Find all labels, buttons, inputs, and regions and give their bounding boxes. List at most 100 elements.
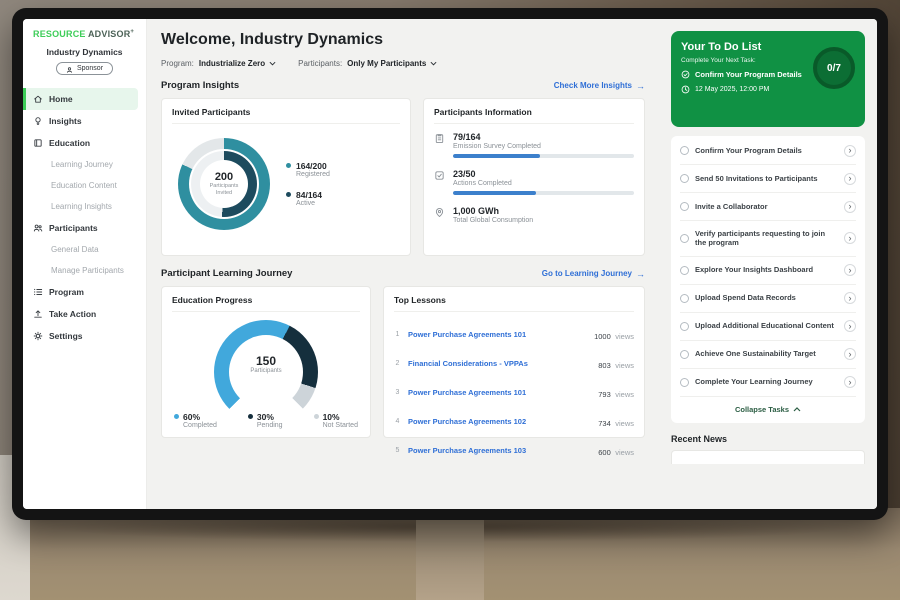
todo-card: Your To Do List Complete Your Next Task:… (671, 31, 865, 127)
invited-legend: 164/200 Registered 84/164 Active (286, 161, 330, 207)
monitor-stand (416, 516, 484, 600)
task-item[interactable]: Complete Your Learning Journey › (680, 369, 856, 397)
task-item[interactable]: Upload Spend Data Records › (680, 285, 856, 313)
bulb-icon (33, 116, 43, 126)
task-item[interactable]: Confirm Your Program Details › (680, 137, 856, 165)
sidebar-item-program[interactable]: Program (23, 281, 146, 303)
program-insights-title: Program Insights (161, 80, 239, 91)
invited-participants-card: Invited Participants 200 Participants In… (161, 98, 411, 256)
task-checkbox[interactable] (680, 234, 689, 243)
task-item[interactable]: Verify participants requesting to join t… (680, 221, 856, 257)
lesson-row: 5 Power Purchase Agreements 103 600 view… (394, 436, 634, 465)
participants-dropdown[interactable]: Only My Participants (347, 59, 437, 68)
sidebar-item-manage-participants[interactable]: Manage Participants (23, 260, 146, 281)
lesson-row: 2 Financial Considerations - VPPAs 803 v… (394, 349, 634, 378)
sidebar-item-general-data[interactable]: General Data (23, 239, 146, 260)
chevron-right-icon[interactable]: › (844, 376, 856, 388)
sidebar-item-learning-insights[interactable]: Learning Insights (23, 196, 146, 217)
gear-icon (33, 331, 43, 341)
task-checkbox[interactable] (680, 266, 689, 275)
task-checkbox[interactable] (680, 146, 689, 155)
actions-check-icon (434, 170, 445, 181)
todo-progress-badge: 0/7 (813, 47, 855, 89)
sponsor-badge: Sponsor (56, 62, 113, 75)
chevron-right-icon[interactable]: › (844, 232, 856, 244)
sidebar: RESOURCE ADVISOR+ Industry Dynamics Spon… (23, 19, 147, 509)
task-checkbox[interactable] (680, 350, 689, 359)
invited-donut: 200 Participants Invited (178, 138, 270, 230)
dashboard-screen: RESOURCE ADVISOR+ Industry Dynamics Spon… (23, 19, 877, 509)
chevron-right-icon[interactable]: › (844, 145, 856, 157)
filters-row: Program: Industrialize Zero Participants… (161, 59, 645, 68)
sidebar-item-education[interactable]: Education (23, 132, 146, 154)
sidebar-item-home[interactable]: Home (23, 88, 138, 110)
task-checkbox[interactable] (680, 378, 689, 387)
arrow-right-icon: → (636, 269, 645, 279)
task-checkbox[interactable] (680, 294, 689, 303)
task-checkbox[interactable] (680, 202, 689, 211)
task-item[interactable]: Send 50 Invitations to Participants › (680, 165, 856, 193)
people-icon (33, 223, 43, 233)
sidebar-item-participants[interactable]: Participants (23, 217, 146, 239)
recent-news-card (671, 450, 865, 464)
registered-dot (286, 163, 291, 168)
check-more-insights-link[interactable]: Check More Insights → (554, 81, 645, 91)
program-dropdown[interactable]: Industrialize Zero (199, 59, 276, 68)
chevron-right-icon[interactable]: › (844, 264, 856, 276)
chevron-right-icon[interactable]: › (844, 201, 856, 213)
lesson-row: 1 Power Purchase Agreements 101 1000 vie… (394, 320, 634, 349)
lesson-link[interactable]: Power Purchase Agreements 101 (408, 330, 587, 339)
lesson-link[interactable]: Financial Considerations - VPPAs (408, 359, 591, 368)
lesson-link[interactable]: Power Purchase Agreements 101 (408, 388, 591, 397)
collapse-tasks-button[interactable]: Collapse Tasks (680, 397, 856, 422)
chevron-right-icon[interactable]: › (844, 292, 856, 304)
lesson-link[interactable]: Power Purchase Agreements 103 (408, 446, 591, 455)
actions-progress-bar (453, 191, 634, 195)
lesson-row: 4 Power Purchase Agreements 102 734 view… (394, 407, 634, 436)
clock-icon (681, 85, 690, 94)
participants-filter-label: Participants: (298, 59, 342, 68)
monitor-bezel: RESOURCE ADVISOR+ Industry Dynamics Spon… (12, 8, 888, 520)
survey-progress-bar (453, 154, 634, 158)
location-pin-icon (434, 207, 445, 218)
page-title: Welcome, Industry Dynamics (161, 31, 645, 49)
book-icon (33, 138, 43, 148)
right-panel: Your To Do List Complete Your Next Task:… (659, 19, 877, 509)
person-icon (66, 65, 73, 72)
survey-icon (434, 133, 445, 144)
chevron-right-icon[interactable]: › (844, 320, 856, 332)
recent-news-title: Recent News (671, 434, 865, 444)
sidebar-item-education-content[interactable]: Education Content (23, 175, 146, 196)
education-progress-card: Education Progress 150 Participants 60% (161, 286, 371, 438)
home-icon (33, 94, 43, 104)
task-item[interactable]: Explore Your Insights Dashboard › (680, 257, 856, 285)
todo-task-list: Confirm Your Program Details › Send 50 I… (671, 136, 865, 423)
chevron-down-icon (269, 61, 276, 66)
app-logo: RESOURCE ADVISOR+ (23, 29, 146, 47)
program-filter-label: Program: (161, 59, 194, 68)
sidebar-item-learning-journey[interactable]: Learning Journey (23, 154, 146, 175)
learning-journey-title: Participant Learning Journey (161, 268, 292, 279)
list-icon (33, 287, 43, 297)
task-item[interactable]: Achieve One Sustainability Target › (680, 341, 856, 369)
task-item[interactable]: Upload Additional Educational Content › (680, 313, 856, 341)
participants-information-card: Participants Information 79/164 Emission… (423, 98, 645, 256)
go-to-learning-journey-link[interactable]: Go to Learning Journey → (542, 269, 645, 279)
completed-dot (174, 414, 179, 419)
sidebar-item-insights[interactable]: Insights (23, 110, 146, 132)
org-name: Industry Dynamics (23, 47, 146, 57)
lesson-link[interactable]: Power Purchase Agreements 102 (408, 417, 591, 426)
chevron-right-icon[interactable]: › (844, 173, 856, 185)
task-checkbox[interactable] (680, 322, 689, 331)
chevron-right-icon[interactable]: › (844, 348, 856, 360)
top-lessons-card: Top Lessons 1 Power Purchase Agreements … (383, 286, 645, 438)
task-item[interactable]: Invite a Collaborator › (680, 193, 856, 221)
main-content: Welcome, Industry Dynamics Program: Indu… (147, 19, 659, 509)
sidebar-item-take-action[interactable]: Take Action (23, 303, 146, 325)
arrow-right-icon: → (636, 81, 645, 91)
lesson-row: 3 Power Purchase Agreements 101 793 view… (394, 378, 634, 407)
check-circle-icon (681, 70, 690, 79)
task-checkbox[interactable] (680, 174, 689, 183)
sidebar-item-settings[interactable]: Settings (23, 325, 146, 347)
chevron-up-icon (793, 407, 801, 412)
